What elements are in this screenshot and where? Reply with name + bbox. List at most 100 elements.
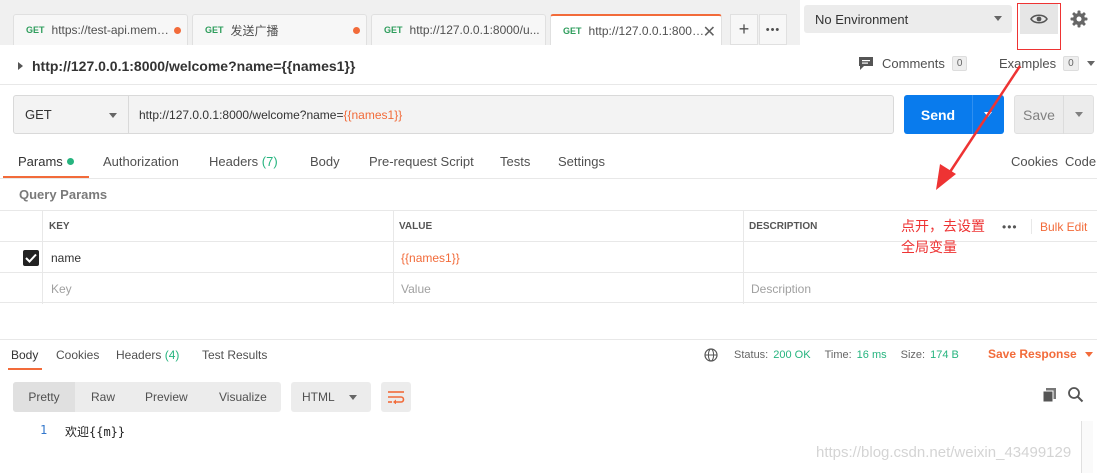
examples-count: 0 <box>1063 56 1079 71</box>
request-tab[interactable]: GET 发送广播 <box>192 14 367 45</box>
response-tab-cookies[interactable]: Cookies <box>56 348 99 362</box>
divider <box>0 339 1097 340</box>
format-pretty-button[interactable]: Pretty <box>13 382 75 412</box>
response-tab-test-results[interactable]: Test Results <box>202 348 267 362</box>
request-tab-active[interactable]: GET http://127.0.0.1:8000/w... ✕ <box>550 14 722 45</box>
key-placeholder[interactable]: Key <box>45 273 72 304</box>
divider <box>1031 219 1032 234</box>
scrollbar[interactable] <box>1081 421 1093 473</box>
tab-name: https://test-api.meme... <box>51 23 172 37</box>
chevron-down-icon[interactable] <box>1075 112 1083 117</box>
tab-headers-count: (7) <box>261 154 278 169</box>
request-tab[interactable]: GET http://127.0.0.1:8000/u... <box>371 14 546 45</box>
http-method-value: GET <box>25 107 52 122</box>
tab-tests[interactable]: Tests <box>500 154 530 169</box>
param-value-cell[interactable]: {{names1}} <box>395 242 460 273</box>
unsaved-dot-icon <box>174 27 181 34</box>
request-tab[interactable]: GET https://test-api.meme... <box>13 14 188 45</box>
tab-name: http://127.0.0.1:8000/w... <box>588 23 709 38</box>
tab-method: GET <box>384 25 403 35</box>
param-description-cell[interactable] <box>745 242 751 273</box>
watermark: https://blog.csdn.net/weixin_43499129 <box>816 444 1072 461</box>
comment-icon <box>859 57 873 70</box>
value-placeholder[interactable]: Value <box>395 273 431 304</box>
url-variable: {{names1}} <box>343 107 403 122</box>
time-value: 16 ms <box>856 349 887 361</box>
request-title[interactable]: http://127.0.0.1:8000/welcome?name={{nam… <box>18 58 355 74</box>
response-headers-count: (4) <box>164 348 180 362</box>
tab-method: GET <box>205 25 224 35</box>
search-icon[interactable] <box>1067 386 1084 403</box>
chevron-down-icon <box>1084 351 1093 357</box>
code-text: 欢迎{{m}} <box>65 425 126 439</box>
url-base: http://127.0.0.1:8000/welcome?name= <box>139 107 344 122</box>
wrap-lines-button[interactable] <box>381 382 411 412</box>
column-divider <box>42 242 43 273</box>
response-format-group: Pretty Raw Preview Visualize <box>13 382 281 412</box>
column-divider <box>393 242 394 273</box>
param-key-cell[interactable]: name <box>45 242 81 273</box>
copy-icon[interactable] <box>1042 387 1058 403</box>
column-header-key: KEY <box>49 221 70 232</box>
annotation-line: 全局变量 <box>901 240 957 256</box>
save-response-button[interactable]: Save Response <box>988 347 1093 361</box>
annotation-note: 点开，去设置 全局变量 <box>901 217 985 259</box>
environment-select[interactable]: No Environment <box>804 5 1012 33</box>
status-value: 200 OK <box>773 349 811 361</box>
size-value: 174 B <box>930 349 959 361</box>
tab-name: http://127.0.0.1:8000/u... <box>409 23 540 37</box>
tab-body[interactable]: Body <box>310 154 340 169</box>
column-header-value: VALUE <box>399 221 433 232</box>
response-tab-body[interactable]: Body <box>11 348 38 362</box>
tab-headers-label: Headers <box>209 154 259 169</box>
column-divider <box>42 273 43 304</box>
status-dot-icon <box>66 158 74 165</box>
code-link[interactable]: Code <box>1065 154 1096 169</box>
table-row-empty: Key Value Description <box>0 272 1097 304</box>
gear-icon <box>1070 10 1088 28</box>
expand-triangle-icon[interactable] <box>18 62 23 70</box>
close-tab-icon[interactable]: ✕ <box>703 22 716 42</box>
tab-more-button[interactable]: ••• <box>759 14 787 45</box>
response-headers-label: Headers <box>116 348 162 362</box>
tab-params[interactable]: Params <box>18 154 74 169</box>
response-tab-headers[interactable]: Headers (4) <box>116 348 179 362</box>
line-number: 1 <box>40 423 48 437</box>
chevron-down-icon <box>994 16 1002 21</box>
chevron-down-icon <box>349 395 357 400</box>
request-tab-bar: GET https://test-api.meme... GET 发送广播 GE… <box>0 0 800 45</box>
http-method-select[interactable]: GET <box>13 95 129 134</box>
new-tab-button[interactable]: + <box>730 14 758 45</box>
checkbox-checked-icon <box>23 249 39 266</box>
params-more-button[interactable]: ••• <box>996 211 1018 242</box>
manage-environments-button[interactable] <box>1066 6 1092 32</box>
tab-settings[interactable]: Settings <box>558 154 605 169</box>
chevron-down-icon <box>1086 61 1095 66</box>
description-placeholder[interactable]: Description <box>745 273 811 304</box>
tab-prerequest-script[interactable]: Pre-request Script <box>369 154 474 169</box>
tab-params-label: Params <box>18 154 63 169</box>
globe-icon[interactable] <box>704 348 718 362</box>
column-divider <box>743 242 744 273</box>
unsaved-dot-icon <box>353 27 360 34</box>
annotation-highlight-box <box>1017 3 1061 50</box>
size-label: Size: <box>900 349 926 361</box>
environment-selected: No Environment <box>815 11 909 27</box>
query-params-heading: Query Params <box>19 187 108 202</box>
tab-authorization[interactable]: Authorization <box>103 154 179 169</box>
save-response-label: Save Response <box>988 347 1077 361</box>
response-meta: Status: 200 OK Time: 16 ms Size: 174 B <box>704 348 959 362</box>
url-input[interactable]: http://127.0.0.1:8000/welcome?name= {{nam… <box>128 95 894 134</box>
format-visualize-button[interactable]: Visualize <box>219 382 267 412</box>
param-checkbox[interactable] <box>17 242 39 273</box>
tab-headers[interactable]: Headers (7) <box>209 154 278 169</box>
annotation-arrow-icon <box>936 65 1022 190</box>
time-label: Time: <box>824 349 852 361</box>
language-select[interactable]: HTML <box>291 382 371 412</box>
chevron-down-icon <box>109 113 117 118</box>
divider <box>1063 95 1064 134</box>
format-raw-button[interactable]: Raw <box>91 382 115 412</box>
format-preview-button[interactable]: Preview <box>145 382 188 412</box>
bulk-edit-link[interactable]: Bulk Edit <box>1034 211 1087 242</box>
request-name: http://127.0.0.1:8000/welcome?name={{nam… <box>32 58 356 74</box>
